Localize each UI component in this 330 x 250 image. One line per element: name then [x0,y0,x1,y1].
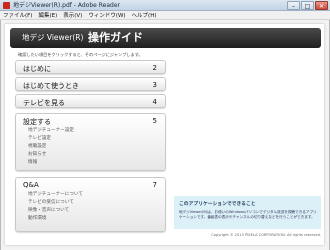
menu-file[interactable]: ファイル(F) [3,11,32,19]
copyright-text: Copyright © 2013 PIXELA CORPORATION. All… [211,233,321,237]
menu-bar: ファイル(F) 編集(E) 表示(V) ウィンドウ(W) ヘルプ(H) [0,11,330,20]
toc-page-number: 7 [152,181,157,189]
adobe-reader-icon [3,2,10,9]
window-title: 地デジViewer(R).pdf - Adobe Reader [13,2,120,9]
toc-item-watch-tv[interactable]: テレビを見る 4 [15,94,166,108]
window-controls: – □ ✕ [287,1,328,10]
toc-item-label: 設定する [23,118,51,126]
toc-item-label: はじめて使うとき [23,82,79,90]
toc-subitem[interactable]: テレビの受信について [28,199,83,207]
product-name: 地デジ Viewer(R) [22,33,84,42]
toc-subitem[interactable]: 視聴設定 [28,143,74,151]
toc-subitem[interactable]: お知らせ [28,151,74,159]
info-body: 地デジViewer(R)は、お使いのWindowsパソコンでデジタル放送を視聴で… [179,210,317,219]
toc-sublist: 地デジチューナー設定 テレビ設定 視聴設定 お知らせ 情報 [28,127,74,167]
minimize-button[interactable]: – [287,1,300,10]
toc-subitem[interactable]: 動作環境 [28,215,83,223]
menu-help[interactable]: ヘルプ(H) [132,11,157,19]
toc-sublist: 地デジチューナーについて テレビの受信について 映像・音声について 動作環境 [28,191,83,223]
toc-page-number: 4 [152,98,157,106]
toc-item-introduction[interactable]: はじめに 2 [15,60,166,74]
toc-item-label: Q&A [23,181,39,189]
toc-item-qa[interactable]: Q&A 7 地デジチューナーについて テレビの受信について 映像・音声について … [15,177,166,232]
menu-edit[interactable]: 編集(E) [38,11,57,19]
menu-window[interactable]: ウィンドウ(W) [88,11,125,19]
maximize-button[interactable]: □ [301,1,314,10]
menu-view[interactable]: 表示(V) [63,11,82,19]
toc-page-number: 5 [152,117,157,125]
toc-item-settings[interactable]: 設定する 5 地デジチューナー設定 テレビ設定 視聴設定 お知らせ 情報 [15,113,166,171]
page-title: 操作ガイド [88,31,143,44]
window-titlebar[interactable]: 地デジViewer(R).pdf - Adobe Reader – □ ✕ [0,0,330,11]
toc-subitem[interactable]: テレビ設定 [28,135,74,143]
close-button[interactable]: ✕ [315,1,328,10]
info-box: このアプリケーションでできること 地デジViewer(R)は、お使いのWindo… [174,196,321,229]
toc-subitem[interactable]: 情報 [28,159,74,167]
toc-subitem[interactable]: 地デジチューナーについて [28,191,83,199]
toc-item-label: テレビを見る [23,99,65,107]
info-title: このアプリケーションでできること [179,202,256,207]
toc-page-number: 2 [152,64,157,72]
toc-page-number: 3 [152,81,157,89]
toc-subitem[interactable]: 地デジチューナー設定 [28,127,74,135]
toc-subitem[interactable]: 映像・音声について [28,207,83,215]
instruction-text: 確認したい項目をクリックすると、そのページにジャンプします。 [18,52,143,57]
toc-item-first-use[interactable]: はじめて使うとき 3 [15,77,166,91]
guide-header: 地デジ Viewer(R) 操作ガイド [10,28,321,48]
toc-item-label: はじめに [23,65,51,73]
